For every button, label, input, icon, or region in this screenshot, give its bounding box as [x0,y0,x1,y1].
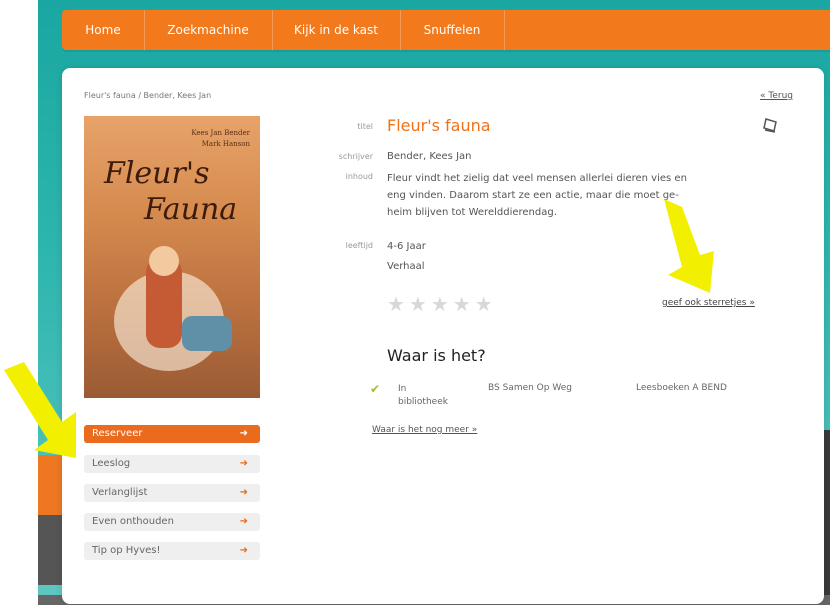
button-label: Reserveer [92,428,143,439]
star-rating[interactable]: ★★★★★ [387,292,497,316]
status-line: In [398,384,407,394]
reserveer-button[interactable]: Reserveer ➜ [84,425,260,443]
leeftijd-label: leeftijd [345,241,373,250]
button-label: Verlanglijst [92,487,148,498]
nav-zoekmachine[interactable]: Zoekmachine [144,10,273,50]
page-margin-left [0,0,38,605]
tip-op-hyves-button[interactable]: Tip op Hyves! ➜ [84,542,260,560]
annotation-arrow-icon [664,199,714,293]
arrow-right-icon: ➜ [239,487,248,498]
age-value: 4-6 Jaar [387,241,426,252]
button-label: Even onthouden [92,516,174,527]
availability-location: BS Samen Op Weg [488,383,572,393]
nav-home[interactable]: Home [62,10,145,50]
cover-illustration [149,246,179,276]
author-value: Bender, Kees Jan [387,151,472,162]
verlanglijst-button[interactable]: Verlanglijst ➜ [84,484,260,502]
arrow-right-icon: ➜ [239,458,248,469]
top-navigation: Home Zoekmachine Kijk in de kast Snuffel… [62,10,830,50]
nav-kijk-in-de-kast[interactable]: Kijk in de kast [272,10,401,50]
rate-link[interactable]: geef ook sterretjes » [662,298,755,308]
cover-title-line2: Fauna [144,192,238,227]
leeslog-button[interactable]: Leeslog ➜ [84,455,260,473]
arrow-right-icon: ➜ [239,428,248,439]
book-title: Fleur's fauna [387,116,491,135]
titel-label: titel [357,122,373,131]
availability-status: In bibliotheek [398,383,468,409]
breadcrumb: Fleur's fauna / Bender, Kees Jan [84,91,212,100]
annotation-arrow-icon [4,362,76,458]
cover-author-2: Mark Hanson [201,140,250,148]
even-onthouden-button[interactable]: Even onthouden ➜ [84,513,260,531]
nav-snuffelen[interactable]: Snuffelen [400,10,505,50]
book-cover: Kees Jan Bender Mark Hanson Fleur's Faun… [84,116,260,398]
arrow-right-icon: ➜ [239,516,248,527]
cover-illustration [182,316,232,351]
arrow-right-icon: ➜ [239,545,248,556]
genre-value: Verhaal [387,261,425,272]
cover-author-1: Kees Jan Bender [191,129,250,137]
bookmark-icon[interactable] [762,116,780,134]
checkmark-icon: ✔ [370,382,381,396]
status-line: bibliotheek [398,397,448,407]
back-link[interactable]: « Terug [760,91,793,101]
cover-title-line1: Fleur's [104,156,210,191]
button-label: Leeslog [92,458,131,469]
availability-collection: Leesboeken A BEND [636,383,727,393]
availability-heading: Waar is het? [387,346,486,365]
summary-line: Fleur vindt het zielig dat veel mensen a… [387,173,687,184]
inhoud-label: inhoud [345,172,373,181]
more-locations-link[interactable]: Waar is het nog meer » [372,425,477,435]
button-label: Tip op Hyves! [92,545,161,556]
schrijver-label: schrijver [338,152,373,161]
cover-authors: Kees Jan Bender Mark Hanson [191,128,250,150]
